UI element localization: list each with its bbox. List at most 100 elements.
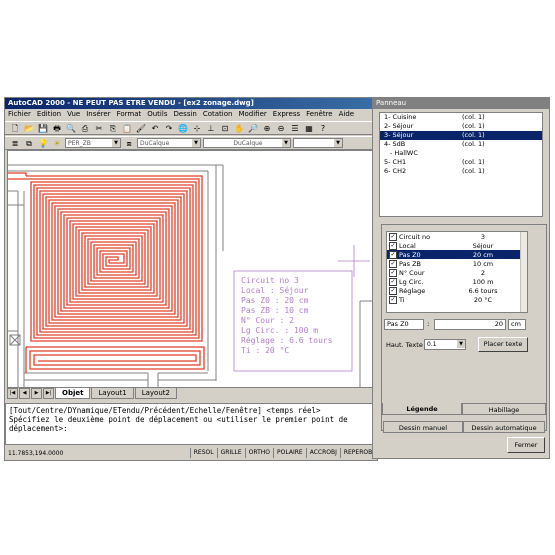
checkbox-checked-icon[interactable]: ✓: [389, 277, 397, 286]
menu-cotation[interactable]: Cotation: [200, 109, 236, 120]
close-button[interactable]: Fermer: [507, 437, 545, 453]
tab-dessin-automatique[interactable]: Dessin automatique: [463, 421, 545, 433]
layer-previous-icon[interactable]: ⧈: [123, 138, 135, 149]
property-list-scrollbar[interactable]: [520, 232, 527, 312]
command-line[interactable]: [Tout/Centre/DYnamique/ETendu/Précédent/…: [5, 403, 377, 445]
linetype-value: DuCalque: [233, 140, 263, 147]
circuit-list[interactable]: 1- Cuisine (col. 1) 2- Séjour (col. 1) 3- …: [379, 112, 543, 217]
chevron-down-icon: ▼: [334, 139, 342, 147]
publish-icon[interactable]: ⎙: [79, 123, 91, 134]
linetype-combo[interactable]: DuCalque ▼: [203, 138, 291, 148]
redo-icon[interactable]: ↷: [163, 123, 175, 134]
make-current-icon[interactable]: ⧉: [23, 138, 35, 149]
help-icon[interactable]: ?: [317, 123, 329, 134]
circuit-item[interactable]: 4- SdB (col. 1): [380, 140, 542, 149]
lineweight-combo[interactable]: ▼: [293, 138, 343, 148]
property-row[interactable]: ✓ Réglage 6.6 tours: [387, 286, 527, 295]
annotation-line: N° Cour : 2: [241, 316, 294, 325]
edit-unit: cm: [508, 319, 526, 330]
circuit-item[interactable]: - HallWC: [380, 149, 542, 158]
property-row[interactable]: ✓ Lg Circ. 100 m: [387, 277, 527, 286]
toggle-grille[interactable]: GRILLE: [216, 448, 245, 458]
cut-icon[interactable]: ✂: [93, 123, 105, 134]
property-row[interactable]: ✓ Local Séjour: [387, 241, 527, 250]
floor-plan: Circuit no 3 Local : Séjour Pas Z0 : 20 …: [8, 164, 376, 387]
property-row-selected[interactable]: ✓ Pas Z0 20 cm: [387, 250, 527, 259]
circuit-item[interactable]: 1- Cuisine (col. 1): [380, 113, 542, 122]
layer-combo[interactable]: PER_ZB ▼: [65, 138, 121, 148]
property-row[interactable]: ✓ N° Cour 2: [387, 268, 527, 277]
checkbox-checked-icon[interactable]: ✓: [389, 241, 397, 250]
next-tab-icon[interactable]: ▶: [31, 388, 42, 399]
undo-icon[interactable]: ↶: [149, 123, 161, 134]
edit-value-input[interactable]: 20: [434, 319, 506, 330]
menu-fenetre[interactable]: Fenêtre: [303, 109, 335, 120]
tab-objet[interactable]: Objet: [55, 388, 91, 399]
menu-dessin[interactable]: Dessin: [170, 109, 199, 120]
checkbox-checked-icon[interactable]: ✓: [389, 295, 397, 304]
menu-inserer[interactable]: Insérer: [83, 109, 113, 120]
menu-fichier[interactable]: Fichier: [5, 109, 34, 120]
drawing-area[interactable]: Circuit no 3 Local : Séjour Pas Z0 : 20 …: [7, 150, 377, 388]
first-tab-icon[interactable]: |◀: [7, 388, 18, 399]
checkbox-checked-icon[interactable]: ✓: [389, 286, 397, 295]
hyperlink-icon[interactable]: 🌐: [177, 123, 189, 134]
save-icon[interactable]: 💾: [37, 123, 49, 134]
place-text-button[interactable]: Placer texte: [478, 337, 528, 352]
print-icon[interactable]: 🖶: [51, 123, 63, 134]
text-height-select[interactable]: 0.1 ▼: [424, 339, 466, 350]
properties-icon[interactable]: ☰: [289, 123, 301, 134]
match-properties-icon[interactable]: 🖌: [135, 123, 147, 134]
zoom-realtime-icon[interactable]: 🔎: [247, 123, 259, 134]
menu-express[interactable]: Express: [270, 109, 303, 120]
tab-dessin-manuel[interactable]: Dessin manuel: [383, 421, 463, 433]
aerial-view-icon[interactable]: ⊡: [219, 123, 231, 134]
zoom-previous-icon[interactable]: ⊖: [275, 123, 287, 134]
tab-layout1[interactable]: Layout1: [91, 388, 134, 399]
checkbox-checked-icon[interactable]: ✓: [389, 259, 397, 268]
toggle-accrobj[interactable]: ACCROBJ: [305, 448, 340, 458]
ucs-icon[interactable]: ⊥: [205, 123, 217, 134]
menu-format[interactable]: Format: [114, 109, 145, 120]
menu-outils[interactable]: Outils: [144, 109, 170, 120]
menu-vue[interactable]: Vue: [64, 109, 83, 120]
copy-icon[interactable]: ⎘: [107, 123, 119, 134]
toggle-ortho[interactable]: ORTHO: [244, 448, 273, 458]
circuit-item-selected[interactable]: 3- Séjour (col. 1): [380, 131, 542, 140]
toggle-resol[interactable]: RESOL: [189, 448, 217, 458]
design-center-icon[interactable]: ▦: [303, 123, 315, 134]
toggle-polaire[interactable]: POLAIRE: [273, 448, 306, 458]
menu-modifier[interactable]: Modifier: [235, 109, 269, 120]
color-combo[interactable]: DuCalque ▼: [137, 138, 201, 148]
property-row[interactable]: ✓ Circuit no 3: [387, 232, 527, 241]
circuit-item[interactable]: 6- CH2 (col. 1): [380, 167, 542, 176]
paste-icon[interactable]: 📋: [121, 123, 133, 134]
checkbox-checked-icon[interactable]: ✓: [389, 268, 397, 277]
last-tab-icon[interactable]: ▶|: [43, 388, 54, 399]
pan-icon[interactable]: ✋: [233, 123, 245, 134]
snap-from-icon[interactable]: ⊹: [191, 123, 203, 134]
layers-toolbar: ≣ ⧉ 💡 ☀ PER_ZB ▼ ⧈ DuCalque ▼ DuCalque ▼…: [5, 136, 377, 150]
panel-title: Panneau: [373, 98, 549, 109]
print-preview-icon[interactable]: 🔍: [65, 123, 77, 134]
checkbox-checked-icon[interactable]: ✓: [389, 232, 397, 241]
tab-habillage[interactable]: Habillage: [462, 403, 546, 415]
prev-tab-icon[interactable]: ◀: [19, 388, 30, 399]
zoom-window-icon[interactable]: ⊕: [261, 123, 273, 134]
tab-layout2[interactable]: Layout2: [134, 388, 177, 399]
new-file-icon[interactable]: 🗋: [9, 123, 21, 134]
chevron-down-icon: ▼: [282, 139, 290, 147]
menu-edition[interactable]: Edition: [34, 109, 64, 120]
status-bar: 11.7853,194.0000 RESOL GRILLE ORTHO POLA…: [5, 447, 377, 459]
property-row[interactable]: ✓ Ti 20 °C: [387, 295, 527, 304]
window-title: AutoCAD 2000 - NE PEUT PAS ETRE VENDU - …: [8, 99, 254, 107]
property-list[interactable]: ✓ Circuit no 3 ✓ Local Séjour ✓ Pas Z0 20 cm ✓…: [386, 231, 528, 313]
circuit-item[interactable]: 2- Séjour (col. 1): [380, 122, 542, 131]
tab-legende[interactable]: Légende: [382, 403, 462, 415]
open-folder-icon[interactable]: 📂: [23, 123, 35, 134]
property-row[interactable]: ✓ Pas ZB 10 cm: [387, 259, 527, 268]
menu-aide[interactable]: Aide: [336, 109, 357, 120]
layers-icon[interactable]: ≣: [9, 138, 21, 149]
circuit-item[interactable]: 5- CH1 (col. 1): [380, 158, 542, 167]
checkbox-checked-icon[interactable]: ✓: [389, 250, 397, 259]
